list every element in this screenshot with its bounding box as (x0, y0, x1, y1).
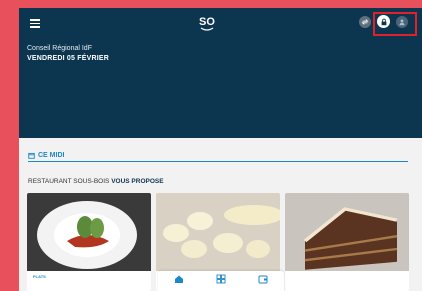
logo-text: SO (199, 16, 215, 28)
section-title-text: CE MIDI (38, 152, 65, 159)
dish-image (285, 193, 409, 273)
current-date: VENDREDI 05 FÉVRIER (27, 55, 109, 62)
tab-menu[interactable] (216, 274, 226, 284)
organization-name: Conseil Régional IdF (27, 45, 92, 52)
so-logo: SO (199, 16, 215, 31)
dish-card[interactable] (285, 193, 409, 291)
dish-card-footer: PLATS (27, 271, 151, 291)
proposes-text: VOUS PROPOSE (111, 178, 164, 185)
section-title: CE MIDI (28, 152, 64, 159)
grid-icon (216, 274, 226, 284)
restaurant-name: RESTAURANT SOUS-BOIS (28, 178, 110, 185)
tab-bar (158, 271, 284, 291)
tab-wallet[interactable] (258, 274, 268, 284)
restaurant-line: RESTAURANT SOUS-BOIS VOUS PROPOSE (28, 178, 164, 185)
wallet-icon (258, 275, 268, 284)
app-window: SO Conseil Régional IdF VENDREDI 05 FÉVR… (19, 8, 422, 291)
home-icon (175, 275, 183, 283)
dish-image (27, 193, 151, 273)
section-divider (28, 161, 408, 162)
dish-category: PLATS (33, 274, 46, 279)
dish-card-footer (285, 271, 409, 291)
highlight-box (373, 12, 417, 36)
tab-home[interactable] (174, 274, 184, 284)
calendar-icon (28, 152, 35, 159)
header: SO Conseil Régional IdF VENDREDI 05 FÉVR… (19, 8, 422, 138)
dish-image (156, 193, 280, 273)
swap-icon (361, 18, 369, 25)
dish-card[interactable]: PLATS (27, 193, 151, 291)
swap-button[interactable] (359, 15, 371, 28)
menu-icon[interactable] (30, 19, 40, 28)
